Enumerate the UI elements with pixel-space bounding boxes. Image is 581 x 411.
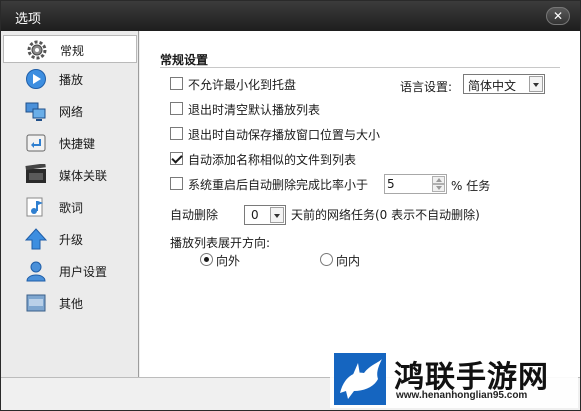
play-icon [26,69,46,89]
chevron-down-icon[interactable] [529,76,543,92]
sidebar-item-label: 网络 [59,105,84,119]
ratio-spinner[interactable] [384,174,447,194]
sidebar-item-playback[interactable]: 播放 [3,65,137,93]
chevron-down-icon[interactable] [270,207,284,223]
save-window-label: 退出时自动保存播放窗口位置与大小 [188,128,381,142]
sidebar-item-user-settings[interactable]: 用户设置 [3,257,137,285]
sidebar-item-label: 用户设置 [59,265,108,279]
shortcut-key-icon [26,134,46,152]
clear-playlist-checkbox[interactable] [170,102,183,115]
direction-outward-radio[interactable] [200,253,213,266]
spinner-down-icon[interactable] [432,184,445,192]
other-misc-icon [26,294,46,312]
sidebar-item-upgrade[interactable]: 升级 [3,225,137,253]
no-minimize-tray-label: 不允许最小化到托盘 [188,78,297,92]
sidebar-item-label: 媒体关联 [59,169,108,183]
gear-icon [27,40,47,60]
sidebar-item-lyrics[interactable]: 歌词 [3,193,137,221]
section-divider [160,67,560,68]
playlist-direction-label: 播放列表展开方向: [170,236,271,250]
direction-inward-label: 向内 [336,254,361,268]
auto-delete-days-value: 0 [251,208,259,222]
auto-delete-suffix: 天前的网络任务(0 表示不自动删除) [291,208,480,222]
language-select[interactable]: 简体中文 [463,74,545,94]
sidebar-item-label: 常规 [60,44,85,58]
sidebar-item-general[interactable]: 常规 [3,35,137,63]
sidebar-item-media-association[interactable]: 媒体关联 [3,161,137,189]
auto-delete-ratio-checkbox[interactable] [170,177,183,190]
auto-delete-label: 自动删除 [170,208,219,222]
general-settings-panel: 常规设置 不允许最小化到托盘 语言设置: 简体中文 退出时清空默认播放列表 退出… [140,31,580,377]
network-icon [25,102,46,121]
watermark: 鸿联手游网 www.henanhonglian95.com [330,350,578,408]
sidebar-item-label: 歌词 [59,201,84,215]
sidebar-item-label: 其他 [59,297,84,311]
direction-inward-radio[interactable] [320,253,333,266]
title-bar[interactable]: 选项 ✕ [1,1,580,31]
sidebar: 常规 播放 网络 快捷键 媒体关联 歌词 升级 用户设置 其他 [1,31,139,377]
ratio-input[interactable] [387,176,431,192]
sidebar-item-label: 快捷键 [59,137,96,151]
close-icon: ✕ [552,9,564,23]
language-label: 语言设置: [400,80,453,94]
watermark-url: www.henanhonglian95.com [396,390,528,401]
auto-delete-days-select[interactable]: 0 [244,205,286,225]
close-button[interactable]: ✕ [546,7,570,25]
sidebar-item-label: 播放 [59,73,84,87]
spinner-up-icon[interactable] [432,176,445,184]
no-minimize-tray-checkbox[interactable] [170,77,183,90]
sidebar-item-other[interactable]: 其他 [3,289,137,317]
auto-add-similar-checkbox[interactable] [170,152,183,165]
auto-add-similar-label: 自动添加名称相似的文件到列表 [188,153,357,167]
save-window-checkbox[interactable] [170,127,183,140]
section-title: 常规设置 [160,53,209,67]
upgrade-arrow-icon [25,228,47,250]
bull-logo-icon [334,353,386,405]
direction-outward-label: 向外 [216,254,241,268]
user-icon [26,261,46,282]
language-value: 简体中文 [468,79,517,93]
lyrics-note-icon [26,197,43,217]
sidebar-item-network[interactable]: 网络 [3,97,137,125]
clear-playlist-label: 退出时清空默认播放列表 [188,103,321,117]
window-title: 选项 [15,12,42,27]
ratio-suffix: % 任务 [451,179,491,193]
sidebar-item-label: 升级 [59,233,84,247]
sidebar-item-shortcuts[interactable]: 快捷键 [3,129,137,157]
media-film-icon [25,164,46,183]
auto-delete-ratio-label: 系统重启后自动删除完成比率小于 [188,178,369,192]
